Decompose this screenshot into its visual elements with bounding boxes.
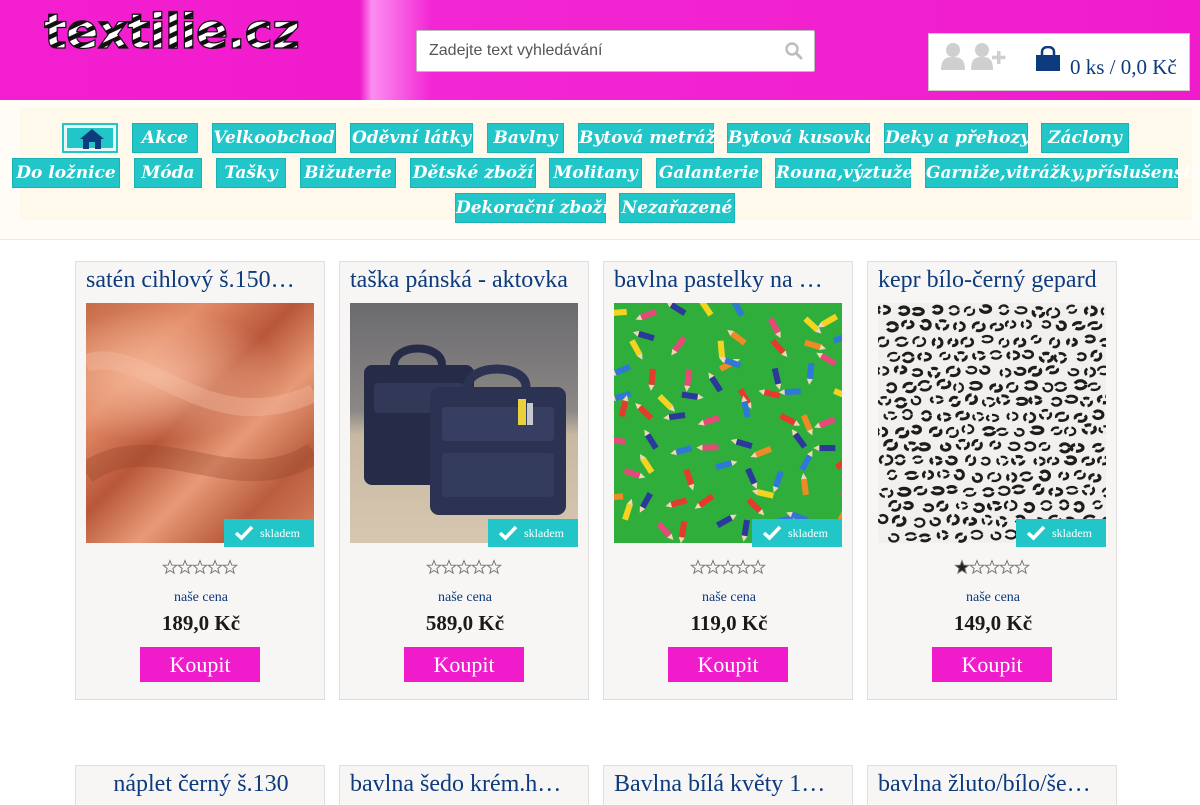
product-price: 189,0 Kč [161,611,241,635]
nav-tasky[interactable]: Tašky [216,158,286,188]
nav-bytova-metraz[interactable]: Bytová metráž [578,123,716,153]
category-nav: Akce Velkoobchod Oděvní látky Bavlny Byt… [0,100,1200,240]
star-icon [969,559,985,575]
star-icon [456,559,472,575]
rating-stars[interactable] [162,559,242,575]
svg-text:textilie.cz: textilie.cz [44,6,299,58]
price-label: naše cena [965,590,1021,605]
price-label: naše cena [701,590,757,605]
star-icon [486,559,502,575]
star-icon [207,559,223,575]
product-price: 589,0 Kč [425,611,505,635]
nav-garnize[interactable]: Garniže,vitrážky,příslušenství [925,158,1200,188]
nav-velkoobchod[interactable]: Velkoobchod [212,123,336,153]
star-icon [720,559,736,575]
nav-moda[interactable]: Móda [134,158,202,188]
product-card: taška pánská - aktovka skladem naše cena… [339,261,589,700]
product-image-satin[interactable] [86,303,314,543]
product-card: bavlna pastelky na … skladem naše cena 1… [603,261,853,700]
product-price: 119,0 Kč [690,611,768,635]
product-title[interactable]: bavlna šedo krém.h… [350,771,580,798]
star-icon [690,559,706,575]
nav-rouna-vyztuze[interactable]: Rouna,výztuže [775,158,913,188]
star-icon [750,559,766,575]
product-card: bavlna žluto/bílo/še… [867,765,1117,805]
price-label: naše cena [437,590,493,605]
nav-bizuterie[interactable]: Bižuterie [300,158,396,188]
search-icon[interactable] [784,41,804,61]
rating-stars[interactable] [954,559,1034,575]
check-icon [234,525,254,541]
nav-do-loznice[interactable]: Do ložnice [12,158,120,188]
product-title[interactable]: kepr bílo-černý gepard [878,267,1108,294]
check-icon [1026,525,1046,541]
product-card: Bavlna bílá květy 1… [603,765,853,805]
product-card: satén cihlový š.150… skladem naše cena 1… [75,261,325,700]
product-image-briefcase[interactable] [350,303,578,543]
product-card: náplet černý š.130 [75,765,325,805]
stock-badge: skladem [752,519,842,547]
check-icon [498,525,518,541]
star-icon [705,559,721,575]
search-input[interactable] [417,31,777,71]
nav-akce[interactable]: Akce [132,123,198,153]
nav-bavlny[interactable]: Bavlny [487,123,564,153]
stock-badge: skladem [488,519,578,547]
site-header: textilie.cz 0 ks / 0,0 Kč [0,0,1200,100]
star-icon [471,559,487,575]
product-image-pencils[interactable] [614,303,842,543]
stock-badge: skladem [224,519,314,547]
search-box [416,30,815,72]
buy-button[interactable]: Koupit [668,647,788,682]
product-title[interactable]: satén cihlový š.150… [86,267,316,294]
star-icon [954,559,970,575]
nav-nezarazene[interactable]: Nezařazené [619,193,735,223]
buy-button[interactable]: Koupit [932,647,1052,682]
star-icon [999,559,1015,575]
user-cart-panel: 0 ks / 0,0 Kč [928,33,1190,91]
star-icon [222,559,238,575]
nav-odevni-latky[interactable]: Oděvní látky [350,123,473,153]
site-logo[interactable]: textilie.cz [40,6,352,58]
star-icon [162,559,178,575]
star-icon [426,559,442,575]
star-icon [177,559,193,575]
nav-detske-zbozi[interactable]: Dětské zboží [410,158,536,188]
product-title[interactable]: náplet černý š.130 [86,771,316,798]
product-card: kepr bílo-černý gepard skladem naše cena… [867,261,1117,700]
product-title[interactable]: bavlna pastelky na … [614,267,844,294]
product-image-leopard[interactable] [878,303,1106,543]
cart-summary[interactable]: 0 ks / 0,0 Kč [1070,55,1177,80]
add-user-icon[interactable] [971,42,1007,70]
star-icon [735,559,751,575]
nav-home[interactable] [62,123,118,153]
stock-badge: skladem [1016,519,1106,547]
star-icon [441,559,457,575]
star-icon [192,559,208,575]
price-label: naše cena [173,590,229,605]
check-icon [762,525,782,541]
nav-molitany[interactable]: Molitany [549,158,642,188]
home-icon [80,129,104,149]
nav-deky-a-prehozy[interactable]: Deky a přehozy [884,123,1030,153]
product-title[interactable]: Bavlna bílá květy 1… [614,771,844,798]
buy-button[interactable]: Koupit [404,647,524,682]
product-card: bavlna šedo krém.h… [339,765,589,805]
product-price: 149,0 Kč [953,611,1033,635]
nav-bytova-kusovka[interactable]: Bytová kusovka [727,123,876,153]
nav-dekoracni-zbozi[interactable]: Dekorační zboží [455,193,609,223]
rating-stars[interactable] [426,559,506,575]
star-icon [984,559,1000,575]
buy-button[interactable]: Koupit [140,647,260,682]
rating-stars[interactable] [690,559,770,575]
shopping-bag-icon[interactable] [1035,46,1061,72]
nav-galanterie[interactable]: Galanterie [656,158,762,188]
star-icon [1014,559,1030,575]
user-icon[interactable] [941,42,965,70]
product-title[interactable]: taška pánská - aktovka [350,267,580,294]
nav-zaclony[interactable]: Záclony [1041,123,1129,153]
product-title[interactable]: bavlna žluto/bílo/še… [878,771,1108,798]
